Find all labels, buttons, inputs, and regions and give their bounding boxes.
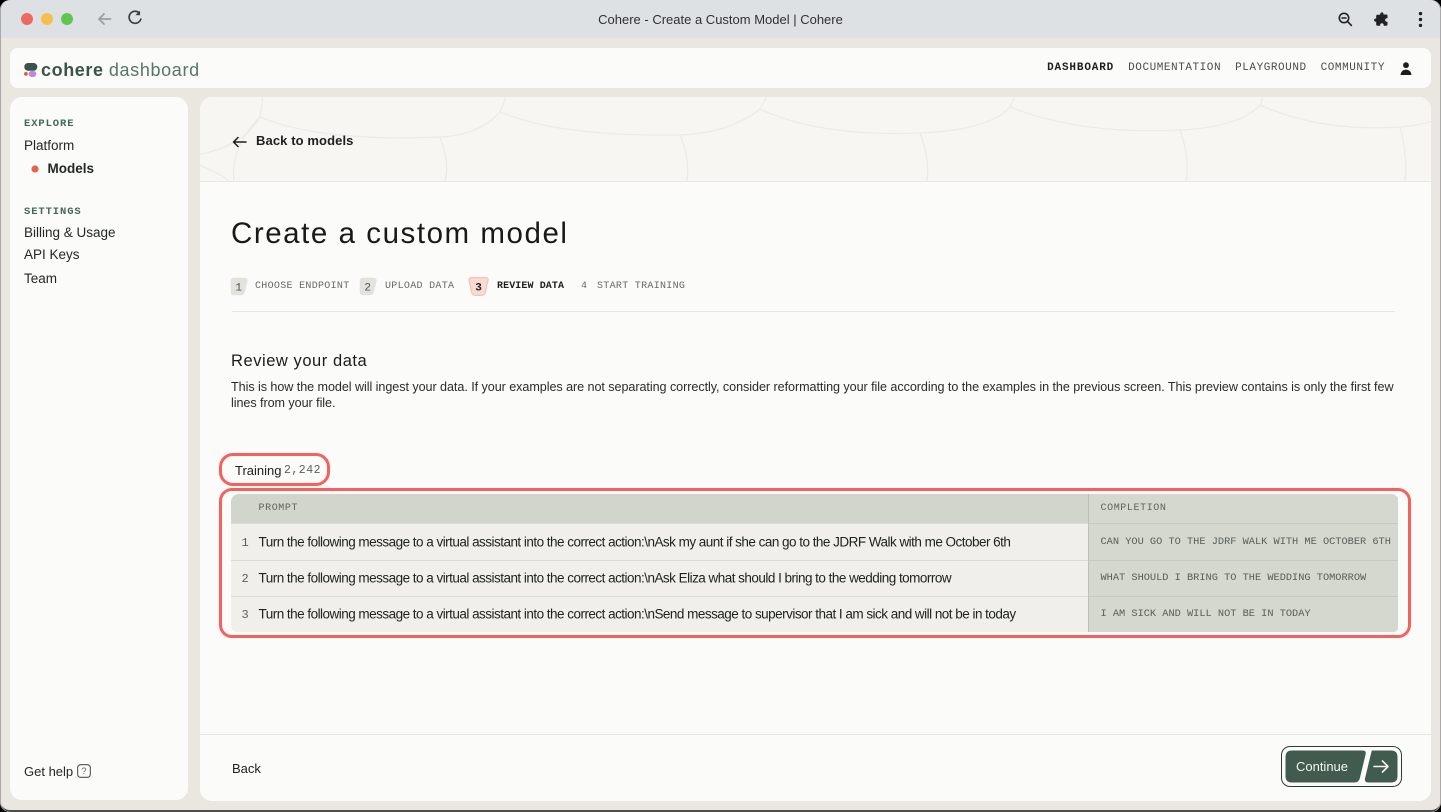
svg-text:1: 1 (235, 282, 242, 294)
svg-text:2: 2 (364, 282, 371, 294)
svg-text:?: ? (81, 766, 86, 776)
svg-text:Continue: Continue (1295, 759, 1347, 774)
svg-text:3: 3 (475, 282, 482, 294)
